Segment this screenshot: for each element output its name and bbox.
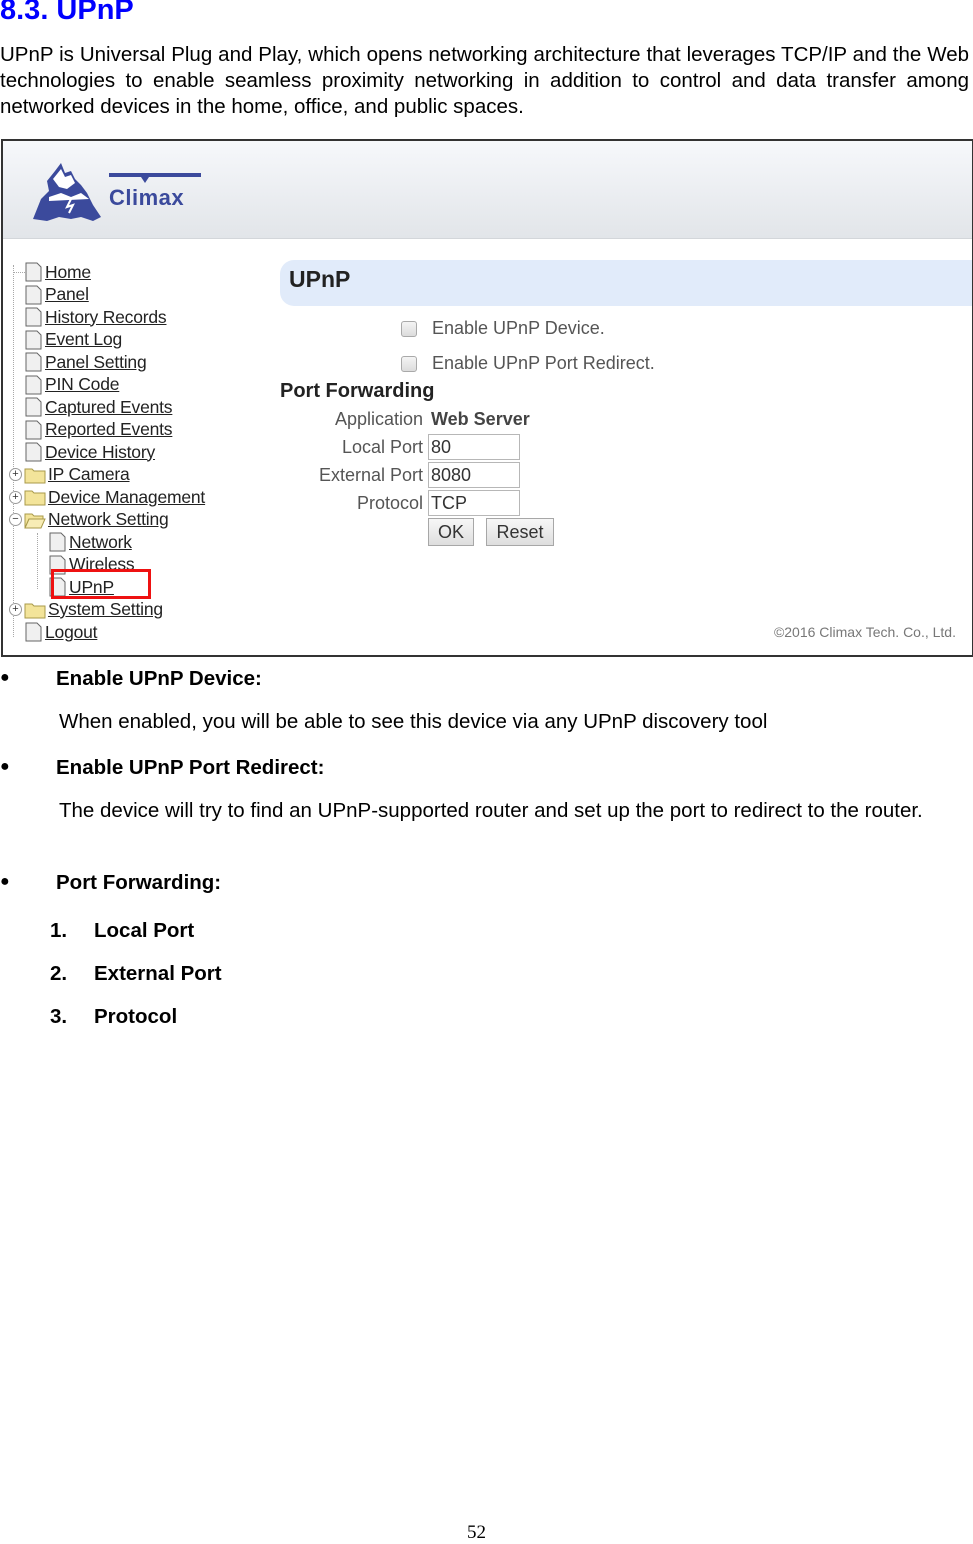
nav-link[interactable]: Network Setting: [48, 509, 169, 530]
description-text: When enabled, you will be able to see th…: [59, 710, 768, 733]
nav-link[interactable]: Device History: [45, 442, 155, 463]
nav-link[interactable]: IP Camera: [48, 464, 130, 485]
bullet-icon: ●: [0, 873, 10, 890]
local-port-input[interactable]: [428, 434, 520, 460]
folder-icon: [24, 468, 46, 483]
nav-link[interactable]: Event Log: [45, 329, 122, 350]
local-port-label: Local Port: [341, 437, 423, 457]
nav-link[interactable]: Logout: [45, 622, 98, 643]
description-heading: Enable UPnP Port Redirect:: [56, 756, 325, 779]
nav-link[interactable]: Home: [45, 262, 91, 283]
list-item: External Port: [94, 962, 222, 985]
nav-item-reported-events[interactable]: Reported Events: [9, 419, 173, 441]
description-text: The device will try to find an UPnP-supp…: [59, 799, 923, 822]
copyright: ©2016 Climax Tech. Co., Ltd.: [773, 624, 956, 640]
nav-link[interactable]: System Setting: [48, 599, 163, 620]
upnp-highlight-box: [51, 569, 151, 599]
file-icon: [25, 352, 42, 372]
nav-link[interactable]: Panel: [45, 284, 89, 305]
nav-link[interactable]: PIN Code: [45, 374, 119, 395]
nav-item-home[interactable]: Home: [9, 261, 91, 283]
enable-upnp-port-redirect-option[interactable]: Enable UPnP Port Redirect.: [401, 353, 655, 374]
file-icon: [25, 375, 42, 394]
nav-item-network[interactable]: Network: [31, 531, 132, 553]
list-number: 3.: [50, 1005, 68, 1028]
enable-upnp-port-redirect-checkbox[interactable]: [401, 355, 417, 372]
nav-link[interactable]: Reported Events: [45, 419, 173, 440]
collapse-minus-icon[interactable]: −: [9, 513, 22, 526]
section-title: 8.3. UPnP: [0, 0, 134, 26]
enable-upnp-device-option[interactable]: Enable UPnP Device.: [401, 318, 605, 339]
file-icon: [25, 285, 42, 304]
bullet-icon: ●: [0, 758, 10, 775]
description-heading: Enable UPnP Device:: [56, 667, 262, 690]
nav-link[interactable]: Device Management: [48, 487, 205, 508]
protocol-label: Protocol: [356, 493, 423, 513]
external-port-label: External Port: [318, 465, 423, 485]
file-icon: [25, 420, 42, 439]
expand-plus-icon[interactable]: +: [9, 468, 22, 481]
nav-item-panel-setting[interactable]: Panel Setting: [9, 351, 147, 373]
nav-item-ip-camera[interactable]: + IP Camera: [9, 464, 130, 486]
application-label: Application: [334, 409, 423, 429]
list-number: 2.: [50, 962, 68, 985]
nav-link[interactable]: Captured Events: [45, 397, 173, 418]
page-title: UPnP: [289, 266, 351, 292]
port-forwarding-title: Port Forwarding: [280, 380, 435, 402]
page-title-band: UPnP: [280, 260, 972, 306]
nav-item-system-setting[interactable]: + System Setting: [9, 599, 163, 621]
description-heading: Port Forwarding:: [56, 871, 222, 894]
file-icon: [25, 397, 42, 417]
list-number: 1.: [50, 919, 68, 942]
reset-button[interactable]: Reset: [486, 518, 554, 546]
brand-name: Climax: [109, 185, 185, 210]
folder-icon: [24, 490, 46, 506]
climax-logo: Climax: [31, 159, 211, 223]
nav-link[interactable]: Network: [69, 532, 132, 553]
external-port-input[interactable]: [428, 462, 520, 488]
nav-item-logout[interactable]: Logout: [9, 621, 98, 643]
list-item: Local Port: [94, 919, 195, 942]
nav-item-pin-code[interactable]: PIN Code: [9, 374, 119, 396]
application-value: Web Server: [431, 409, 530, 429]
nav-item-network-setting[interactable]: − Network Setting: [9, 509, 169, 531]
nav-item-device-management[interactable]: + Device Management: [9, 486, 205, 508]
list-item: Protocol: [94, 1005, 178, 1028]
web-ui-header: Climax: [3, 141, 972, 239]
open-folder-icon: [24, 513, 46, 528]
enable-upnp-device-checkbox[interactable]: [401, 320, 417, 337]
checkbox-label: Enable UPnP Device.: [432, 318, 605, 338]
file-icon: [25, 262, 42, 282]
upnp-settings-screenshot: Climax Home Panel History Records Event …: [1, 139, 973, 657]
ok-button[interactable]: OK: [428, 518, 474, 546]
nav-link[interactable]: History Records: [45, 307, 167, 328]
nav-item-device-history[interactable]: Device History: [9, 441, 155, 463]
checkbox-label: Enable UPnP Port Redirect.: [432, 353, 655, 373]
file-icon: [25, 330, 42, 349]
protocol-input[interactable]: [428, 490, 520, 516]
bullet-icon: ●: [0, 669, 10, 686]
expand-plus-icon[interactable]: +: [9, 490, 22, 504]
file-icon: [25, 622, 42, 642]
nav-item-event-log[interactable]: Event Log: [9, 329, 122, 351]
nav-item-history-records[interactable]: History Records: [9, 306, 167, 328]
nav-item-captured-events[interactable]: Captured Events: [9, 396, 173, 418]
nav-item-panel[interactable]: Panel: [9, 284, 89, 306]
folder-icon: [24, 603, 46, 618]
file-icon: [25, 307, 42, 327]
nav-link[interactable]: Panel Setting: [45, 352, 147, 373]
file-icon: [49, 532, 66, 552]
file-icon: [25, 442, 42, 462]
expand-plus-icon[interactable]: +: [9, 603, 22, 616]
page-number: 52: [467, 1522, 486, 1543]
intro-paragraph: UPnP is Universal Plug and Play, which o…: [0, 43, 969, 118]
